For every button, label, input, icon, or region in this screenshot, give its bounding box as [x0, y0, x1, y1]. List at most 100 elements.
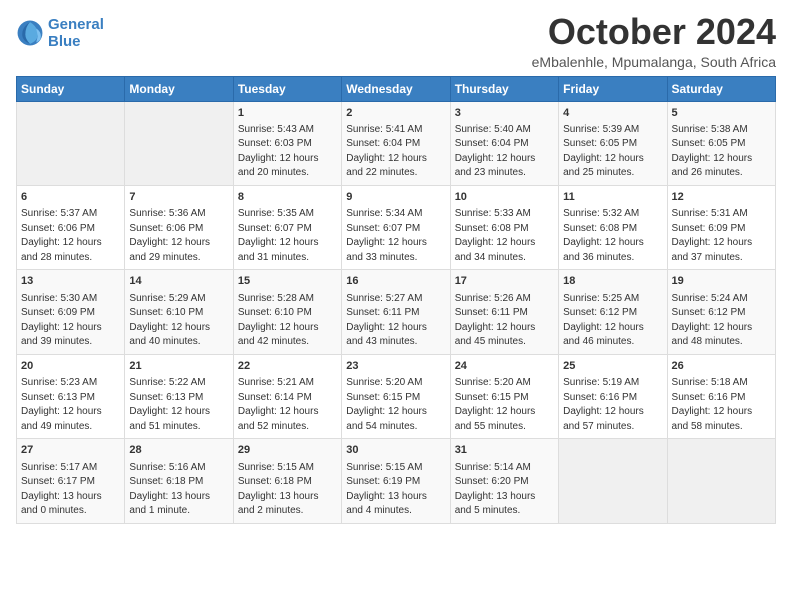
day-info: Sunrise: 5:18 AM Sunset: 6:16 PM Dayligh… — [672, 376, 771, 434]
day-info: Sunrise: 5:30 AM Sunset: 6:09 PM Dayligh… — [21, 292, 120, 350]
calendar-cell: 24 Sunrise: 5:20 AM Sunset: 6:15 PM Dayli… — [450, 354, 558, 438]
day-info: Sunrise: 5:43 AM Sunset: 6:03 PM Dayligh… — [238, 123, 337, 181]
calendar-cell: 3 Sunrise: 5:40 AM Sunset: 6:04 PM Daylig… — [450, 101, 558, 185]
day-number: 2 — [346, 106, 445, 121]
header-cell-wednesday: Wednesday — [342, 76, 450, 101]
calendar-cell: 27 Sunrise: 5:17 AM Sunset: 6:17 PM Dayli… — [17, 439, 125, 523]
header-cell-saturday: Saturday — [667, 76, 775, 101]
day-number: 6 — [21, 190, 120, 205]
calendar-cell: 31 Sunrise: 5:14 AM Sunset: 6:20 PM Dayli… — [450, 439, 558, 523]
day-number: 12 — [672, 190, 771, 205]
calendar-cell — [559, 439, 667, 523]
calendar-cell: 16 Sunrise: 5:27 AM Sunset: 6:11 PM Dayli… — [342, 270, 450, 354]
day-info: Sunrise: 5:19 AM Sunset: 6:16 PM Dayligh… — [563, 376, 662, 434]
day-info: Sunrise: 5:15 AM Sunset: 6:19 PM Dayligh… — [346, 461, 445, 519]
day-number: 24 — [455, 359, 554, 374]
calendar-cell — [125, 101, 233, 185]
calendar-cell: 2 Sunrise: 5:41 AM Sunset: 6:04 PM Daylig… — [342, 101, 450, 185]
day-number: 28 — [129, 443, 228, 458]
calendar-cell: 28 Sunrise: 5:16 AM Sunset: 6:18 PM Dayli… — [125, 439, 233, 523]
calendar-cell: 12 Sunrise: 5:31 AM Sunset: 6:09 PM Dayli… — [667, 185, 775, 269]
day-number: 21 — [129, 359, 228, 374]
day-number: 7 — [129, 190, 228, 205]
day-info: Sunrise: 5:32 AM Sunset: 6:08 PM Dayligh… — [563, 207, 662, 265]
day-info: Sunrise: 5:38 AM Sunset: 6:05 PM Dayligh… — [672, 123, 771, 181]
header-cell-friday: Friday — [559, 76, 667, 101]
calendar-cell: 4Sunrise: 5:39 AM Sunset: 6:05 PM Daylig… — [559, 101, 667, 185]
day-number: 22 — [238, 359, 337, 374]
day-info: Sunrise: 5:39 AM Sunset: 6:05 PM Dayligh… — [563, 123, 662, 181]
day-number: 3 — [455, 106, 554, 121]
day-number: 14 — [129, 274, 228, 289]
header: General Blue October 2024 eMbalenhle, Mp… — [16, 12, 776, 70]
day-number: 16 — [346, 274, 445, 289]
calendar-cell: 25Sunrise: 5:19 AM Sunset: 6:16 PM Dayli… — [559, 354, 667, 438]
day-info: Sunrise: 5:25 AM Sunset: 6:12 PM Dayligh… — [563, 292, 662, 350]
day-number: 18 — [563, 274, 662, 289]
day-number: 29 — [238, 443, 337, 458]
day-info: Sunrise: 5:34 AM Sunset: 6:07 PM Dayligh… — [346, 207, 445, 265]
header-cell-tuesday: Tuesday — [233, 76, 341, 101]
day-number: 9 — [346, 190, 445, 205]
calendar-cell: 10Sunrise: 5:33 AM Sunset: 6:08 PM Dayli… — [450, 185, 558, 269]
day-info: Sunrise: 5:22 AM Sunset: 6:13 PM Dayligh… — [129, 376, 228, 434]
calendar-cell: 19Sunrise: 5:24 AM Sunset: 6:12 PM Dayli… — [667, 270, 775, 354]
calendar-cell: 5 Sunrise: 5:38 AM Sunset: 6:05 PM Daylig… — [667, 101, 775, 185]
day-number: 31 — [455, 443, 554, 458]
day-info: Sunrise: 5:20 AM Sunset: 6:15 PM Dayligh… — [346, 376, 445, 434]
calendar-cell: 9 Sunrise: 5:34 AM Sunset: 6:07 PM Daylig… — [342, 185, 450, 269]
calendar-cell: 1 Sunrise: 5:43 AM Sunset: 6:03 PM Daylig… — [233, 101, 341, 185]
day-info: Sunrise: 5:24 AM Sunset: 6:12 PM Dayligh… — [672, 292, 771, 350]
calendar-cell: 17Sunrise: 5:26 AM Sunset: 6:11 PM Dayli… — [450, 270, 558, 354]
day-info: Sunrise: 5:28 AM Sunset: 6:10 PM Dayligh… — [238, 292, 337, 350]
calendar-cell: 30 Sunrise: 5:15 AM Sunset: 6:19 PM Dayli… — [342, 439, 450, 523]
day-info: Sunrise: 5:37 AM Sunset: 6:06 PM Dayligh… — [21, 207, 120, 265]
day-info: Sunrise: 5:14 AM Sunset: 6:20 PM Dayligh… — [455, 461, 554, 519]
calendar-cell: 18 Sunrise: 5:25 AM Sunset: 6:12 PM Dayli… — [559, 270, 667, 354]
calendar-table: SundayMondayTuesdayWednesdayThursdayFrid… — [16, 76, 776, 524]
calendar-row: 27 Sunrise: 5:17 AM Sunset: 6:17 PM Dayli… — [17, 439, 776, 523]
location: eMbalenhle, Mpumalanga, South Africa — [532, 54, 776, 70]
day-info: Sunrise: 5:35 AM Sunset: 6:07 PM Dayligh… — [238, 207, 337, 265]
logo: General Blue — [16, 16, 104, 51]
header-cell-monday: Monday — [125, 76, 233, 101]
calendar-row: 20 Sunrise: 5:23 AM Sunset: 6:13 PM Dayli… — [17, 354, 776, 438]
page: General Blue October 2024 eMbalenhle, Mp… — [0, 0, 792, 532]
day-info: Sunrise: 5:16 AM Sunset: 6:18 PM Dayligh… — [129, 461, 228, 519]
day-number: 20 — [21, 359, 120, 374]
day-info: Sunrise: 5:31 AM Sunset: 6:09 PM Dayligh… — [672, 207, 771, 265]
day-number: 30 — [346, 443, 445, 458]
calendar-cell: 22Sunrise: 5:21 AM Sunset: 6:14 PM Dayli… — [233, 354, 341, 438]
day-info: Sunrise: 5:41 AM Sunset: 6:04 PM Dayligh… — [346, 123, 445, 181]
calendar-cell: 14 Sunrise: 5:29 AM Sunset: 6:10 PM Dayli… — [125, 270, 233, 354]
day-info: Sunrise: 5:27 AM Sunset: 6:11 PM Dayligh… — [346, 292, 445, 350]
day-number: 27 — [21, 443, 120, 458]
day-number: 5 — [672, 106, 771, 121]
calendar-cell: 11Sunrise: 5:32 AM Sunset: 6:08 PM Dayli… — [559, 185, 667, 269]
day-number: 23 — [346, 359, 445, 374]
header-cell-thursday: Thursday — [450, 76, 558, 101]
month-title: October 2024 — [532, 12, 776, 52]
day-info: Sunrise: 5:40 AM Sunset: 6:04 PM Dayligh… — [455, 123, 554, 181]
day-number: 1 — [238, 106, 337, 121]
day-info: Sunrise: 5:17 AM Sunset: 6:17 PM Dayligh… — [21, 461, 120, 519]
calendar-cell — [667, 439, 775, 523]
day-info: Sunrise: 5:23 AM Sunset: 6:13 PM Dayligh… — [21, 376, 120, 434]
calendar-cell — [17, 101, 125, 185]
day-info: Sunrise: 5:36 AM Sunset: 6:06 PM Dayligh… — [129, 207, 228, 265]
calendar-row: 13Sunrise: 5:30 AM Sunset: 6:09 PM Dayli… — [17, 270, 776, 354]
day-info: Sunrise: 5:20 AM Sunset: 6:15 PM Dayligh… — [455, 376, 554, 434]
day-number: 17 — [455, 274, 554, 289]
day-info: Sunrise: 5:29 AM Sunset: 6:10 PM Dayligh… — [129, 292, 228, 350]
day-info: Sunrise: 5:15 AM Sunset: 6:18 PM Dayligh… — [238, 461, 337, 519]
calendar-cell: 23 Sunrise: 5:20 AM Sunset: 6:15 PM Dayli… — [342, 354, 450, 438]
day-number: 10 — [455, 190, 554, 205]
title-block: October 2024 eMbalenhle, Mpumalanga, Sou… — [532, 12, 776, 70]
calendar-cell: 21 Sunrise: 5:22 AM Sunset: 6:13 PM Dayli… — [125, 354, 233, 438]
calendar-row: 6 Sunrise: 5:37 AM Sunset: 6:06 PM Daylig… — [17, 185, 776, 269]
header-row: SundayMondayTuesdayWednesdayThursdayFrid… — [17, 76, 776, 101]
calendar-cell: 13Sunrise: 5:30 AM Sunset: 6:09 PM Dayli… — [17, 270, 125, 354]
calendar-cell: 8Sunrise: 5:35 AM Sunset: 6:07 PM Daylig… — [233, 185, 341, 269]
day-number: 26 — [672, 359, 771, 374]
calendar-cell: 29 Sunrise: 5:15 AM Sunset: 6:18 PM Dayli… — [233, 439, 341, 523]
